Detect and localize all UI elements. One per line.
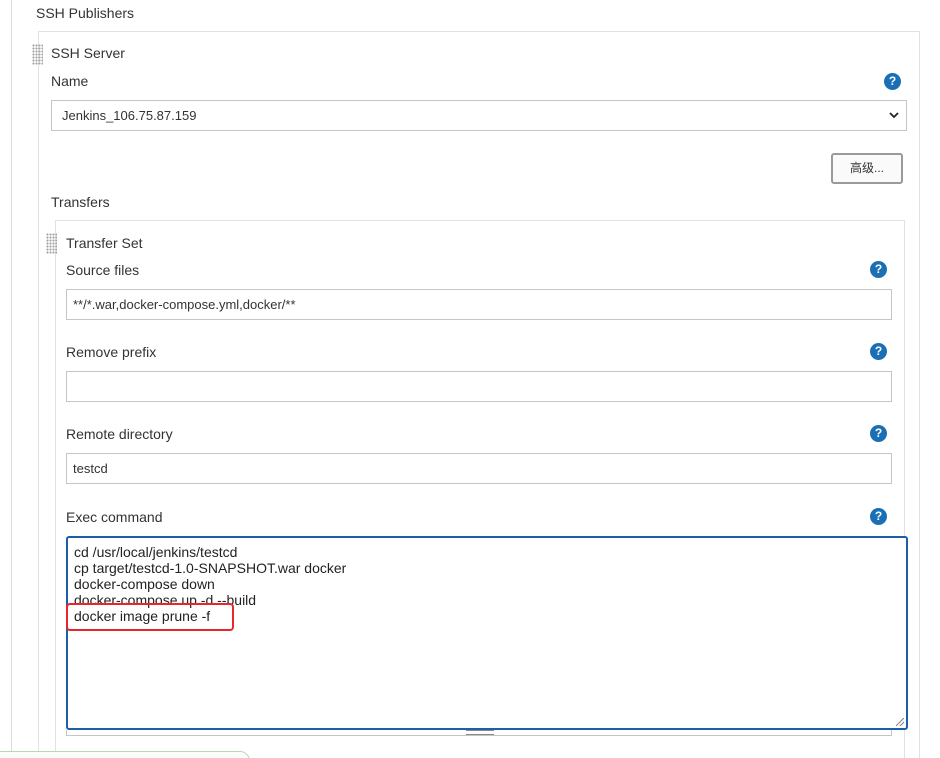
remove-prefix-input[interactable] <box>66 371 892 402</box>
resize-handle-icon[interactable] <box>896 718 904 726</box>
transfer-set-heading: Transfer Set <box>66 235 143 251</box>
chevron-down-icon <box>889 112 899 119</box>
help-icon[interactable]: ? <box>870 508 887 525</box>
source-files-input[interactable]: **/*.war,docker-compose.yml,docker/** <box>66 289 892 320</box>
command-line: cd /usr/local/jenkins/testcd <box>74 544 238 560</box>
server-name-select[interactable]: Jenkins_106.75.87.159 <box>51 100 907 131</box>
command-line: cp target/testcd-1.0-SNAPSHOT.war docker <box>74 560 347 576</box>
remote-directory-label: Remote directory <box>66 426 173 442</box>
advanced-button[interactable]: 高级... <box>831 153 903 184</box>
remote-directory-input[interactable]: testcd <box>66 453 892 484</box>
section-rule <box>11 0 12 758</box>
ssh-server-heading: SSH Server <box>51 45 125 61</box>
help-icon[interactable]: ? <box>870 343 887 360</box>
remove-prefix-label: Remove prefix <box>66 344 157 360</box>
drag-handle-icon[interactable] <box>32 44 43 65</box>
floating-pill <box>0 751 250 758</box>
transfers-label: Transfers <box>51 194 110 210</box>
exec-command-label: Exec command <box>66 509 163 525</box>
name-label: Name <box>51 73 89 89</box>
highlight-annotation-box <box>66 603 234 631</box>
exec-command-textarea[interactable]: cd /usr/local/jenkins/testcd cp target/t… <box>66 536 908 730</box>
source-files-label: Source files <box>66 262 140 278</box>
command-line: docker-compose down <box>74 576 215 592</box>
server-name-value: Jenkins_106.75.87.159 <box>62 108 197 123</box>
drag-handle-icon[interactable] <box>46 233 57 254</box>
help-icon[interactable]: ? <box>870 425 887 442</box>
section-title: SSH Publishers <box>36 5 135 21</box>
help-icon[interactable]: ? <box>884 73 901 90</box>
textarea-splitter-icon[interactable] <box>466 730 494 735</box>
help-icon[interactable]: ? <box>870 261 887 278</box>
